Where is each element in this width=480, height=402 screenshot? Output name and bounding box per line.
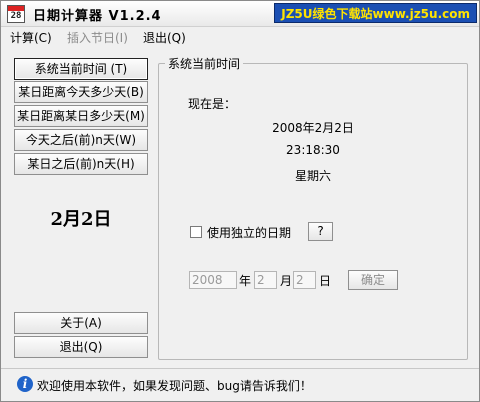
independent-date-label[interactable]: 使用独立的日期 xyxy=(207,224,291,241)
now-label: 现在是： xyxy=(188,97,237,111)
watermark-banner: JZ5U绿色下载站www.jz5u.com xyxy=(274,3,477,23)
menu-exit[interactable]: 退出(Q) xyxy=(143,29,186,46)
menu-insert-holiday[interactable]: 插入节日(I) xyxy=(67,29,128,46)
confirm-button[interactable]: 确定 xyxy=(348,270,398,290)
month-input[interactable]: 2 xyxy=(254,271,277,289)
current-weekday: 星期六 xyxy=(294,169,331,183)
status-message: 欢迎使用本软件，如果发现问题、bug请告诉我们！ xyxy=(37,379,312,393)
app-window: 28 日期计算器 V1.2.4 JZ5U绿色下载站www.jz5u.com 计算… xyxy=(0,0,480,402)
year-input[interactable]: 2008 xyxy=(189,271,237,289)
year-unit-label: 年 xyxy=(239,274,252,288)
independent-date-checkbox[interactable] xyxy=(190,226,202,238)
days-between-dates-button[interactable]: 某日距离某日多少天(M) xyxy=(14,105,148,127)
current-date: 2008年2月2日 xyxy=(272,121,354,135)
exit-button[interactable]: 退出(Q) xyxy=(14,336,148,358)
help-button[interactable]: ? xyxy=(308,222,333,241)
day-input[interactable]: 2 xyxy=(293,271,316,289)
n-days-from-today-button[interactable]: 今天之后(前)n天(W) xyxy=(14,129,148,151)
month-unit-label: 月 xyxy=(280,274,293,288)
window-title: 日期计算器 V1.2.4 xyxy=(33,9,162,24)
menu-bar: 计算(C) 插入节日(I) 退出(Q) xyxy=(1,28,479,46)
n-days-from-date-button[interactable]: 某日之后(前)n天(H) xyxy=(14,153,148,175)
calendar-icon: 28 xyxy=(7,5,25,23)
group-title: 系统当前时间 xyxy=(165,55,244,72)
current-time: 23:18:30 xyxy=(286,143,340,157)
title-bar: 28 日期计算器 V1.2.4 JZ5U绿色下载站www.jz5u.com xyxy=(1,1,479,27)
menu-calculate[interactable]: 计算(C) xyxy=(10,29,52,46)
status-bar: i 欢迎使用本软件，如果发现问题、bug请告诉我们！ xyxy=(1,368,479,401)
big-date-display: 2月2日 xyxy=(50,209,112,230)
info-icon: i xyxy=(17,376,33,392)
day-unit-label: 日 xyxy=(319,274,332,288)
about-button[interactable]: 关于(A) xyxy=(14,312,148,334)
calendar-icon-day: 28 xyxy=(10,11,22,21)
days-until-today-button[interactable]: 某日距离今天多少天(B) xyxy=(14,81,148,103)
system-time-button[interactable]: 系统当前时间 (T) xyxy=(14,58,148,80)
